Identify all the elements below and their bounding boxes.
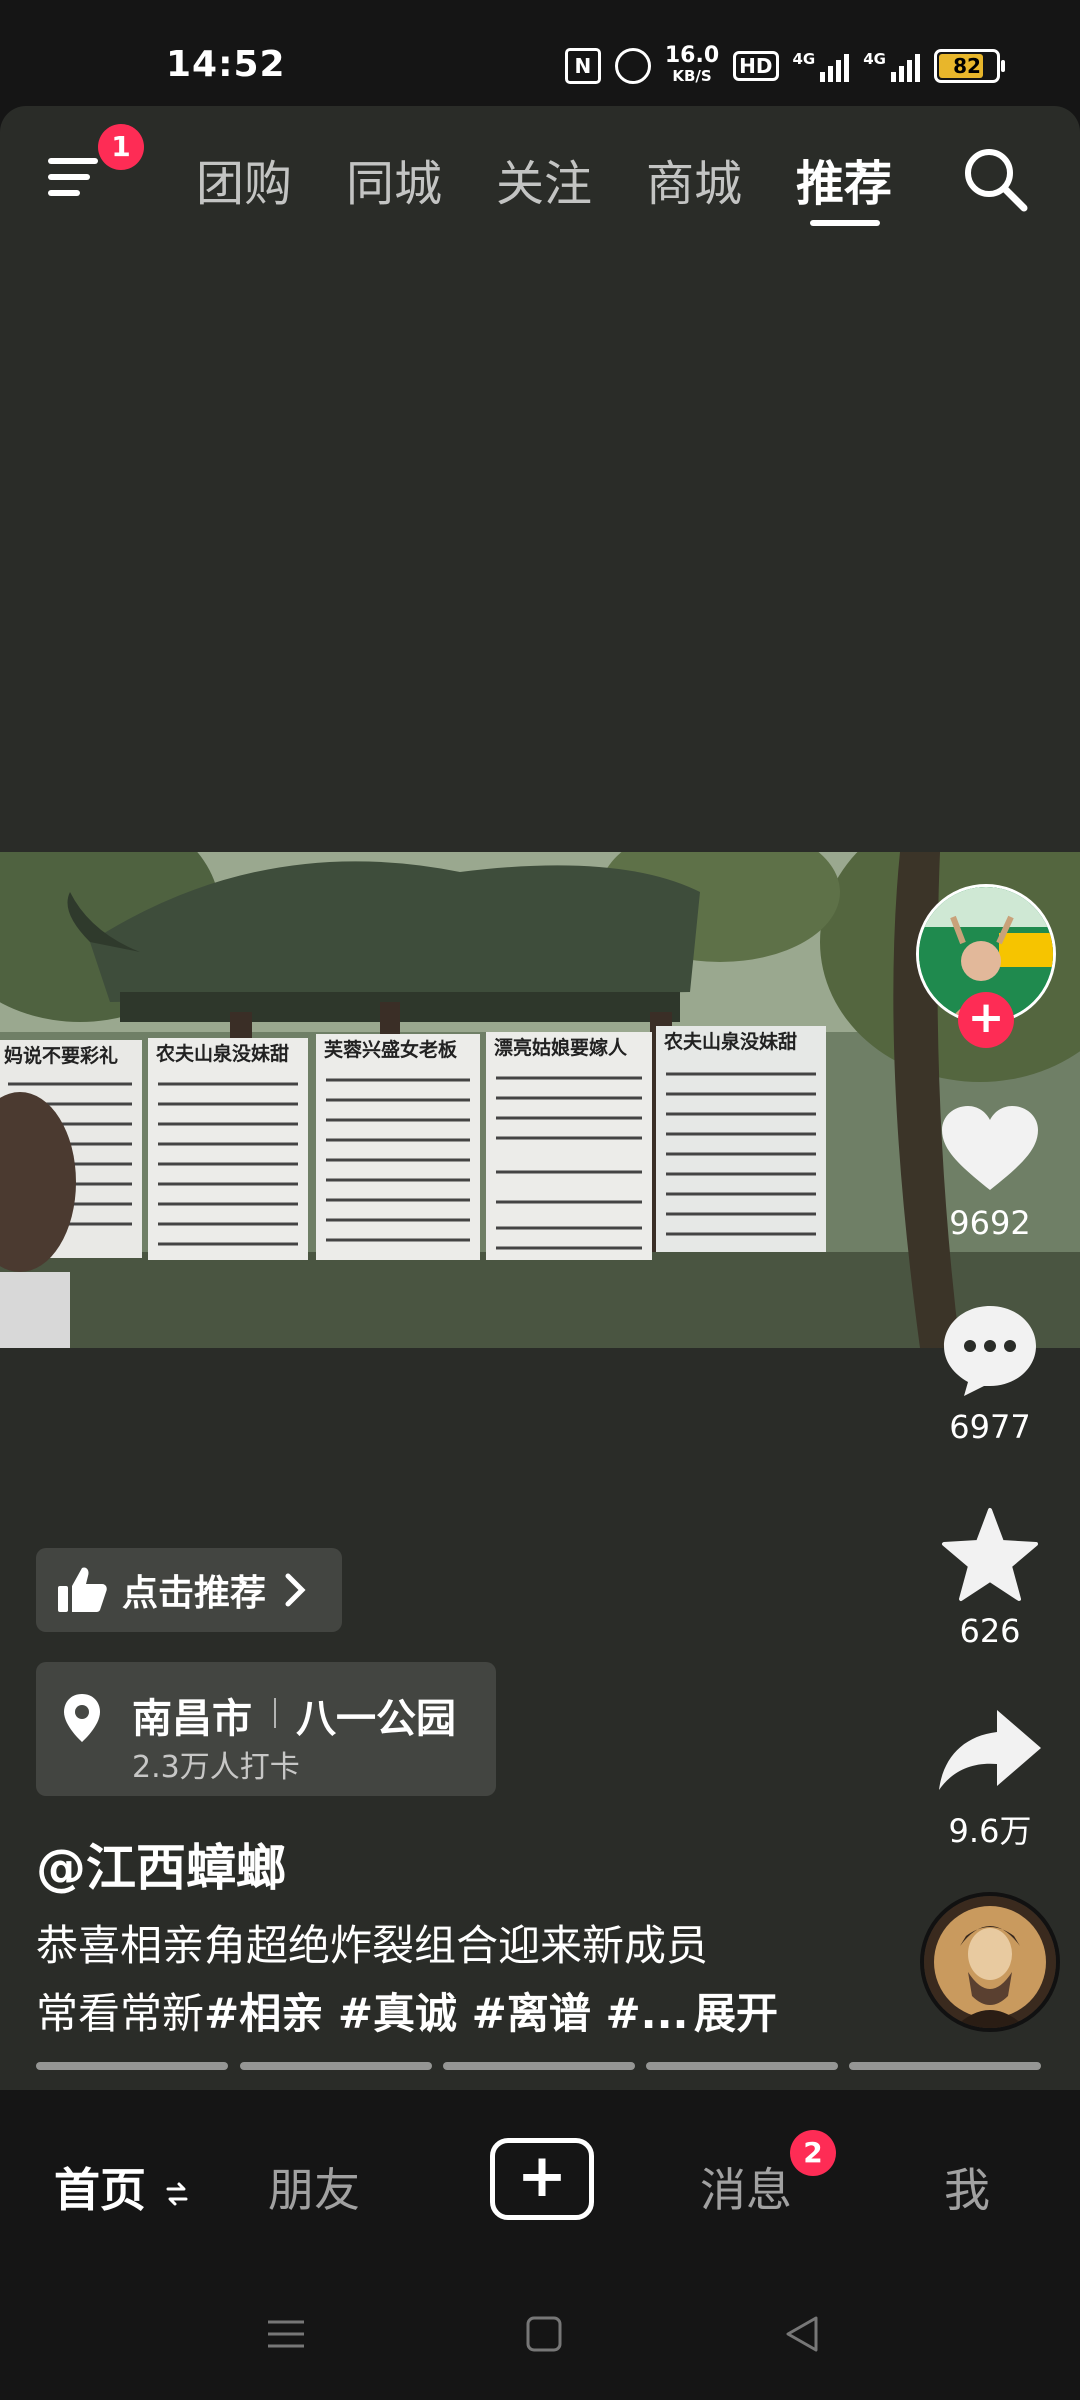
signal-icon-1: 4G: [793, 50, 850, 82]
caption-line-1: 恭喜相亲角超绝炸裂组合迎来新成员: [36, 1921, 709, 1970]
tab-following[interactable]: 关注: [496, 144, 592, 214]
bottom-tab-bar: 首页 朋友 + 消息 2 我: [0, 2090, 1080, 2270]
speed-value: 16.0: [664, 43, 720, 68]
music-cover-image: [924, 1896, 1056, 2028]
network-type-1: 4G: [792, 50, 816, 68]
caption-prefix: 常看常新: [36, 1989, 205, 2038]
battery-icon: 82: [934, 49, 1005, 83]
comment-action[interactable]: 6977: [910, 1302, 1070, 1446]
creator-avatar[interactable]: +: [916, 884, 1056, 1048]
comment-count: 6977: [949, 1408, 1031, 1446]
location-chip[interactable]: 南昌市 八一公园 2.3万人打卡: [36, 1662, 496, 1796]
share-action[interactable]: 9.6万: [910, 1706, 1070, 1852]
create-button[interactable]: +: [490, 2138, 594, 2220]
alarm-icon: [614, 48, 651, 84]
nfc-icon: N: [564, 48, 601, 84]
tab-me[interactable]: 我: [944, 2154, 990, 2220]
location-place: 八一公园: [296, 1696, 456, 1742]
location-pin-icon: [64, 1694, 100, 1742]
menu-badge: 1: [98, 124, 144, 170]
system-navigation-bar: [0, 2270, 1080, 2400]
tab-messages[interactable]: 消息: [700, 2154, 792, 2220]
progress-segment-1: [36, 2062, 228, 2070]
video-card[interactable]: 1 团购 同城 关注 商城 推荐 妈说不要彩礼 农夫山泉没妹甜 芙蓉兴盛女老板 …: [0, 106, 1080, 2090]
tab-local[interactable]: 同城: [346, 144, 442, 214]
switch-arrows-icon: [166, 2182, 188, 2205]
heart-icon[interactable]: [940, 1104, 1040, 1194]
tab-group-buy[interactable]: 团购: [196, 144, 292, 214]
favorite-count: 626: [959, 1612, 1021, 1650]
expand-button[interactable]: 展开: [694, 1980, 778, 2041]
status-bar: 14:52 N 16.0 KB/S HD 4G 4G 82: [0, 0, 1080, 104]
chevron-right-icon: [285, 1573, 306, 1607]
location-checkins: 2.3万人打卡: [132, 1750, 300, 1785]
sign-2-title: 农夫山泉没妹甜: [155, 1042, 289, 1065]
active-tab-indicator: [810, 220, 880, 226]
signal-icon-2: 4G: [863, 50, 920, 82]
recents-menu-icon[interactable]: [266, 2314, 306, 2354]
follow-button[interactable]: +: [958, 992, 1014, 1048]
tab-friends[interactable]: 朋友: [268, 2154, 360, 2220]
caption-hashtags[interactable]: #相亲 #真诚 #离谱 #...: [204, 1989, 689, 2038]
tab-home[interactable]: 首页: [54, 2154, 188, 2220]
author-name[interactable]: @江西蟑螂: [36, 1828, 286, 1900]
network-speed: 16.0 KB/S: [664, 43, 720, 86]
status-time: 14:52: [166, 44, 286, 85]
share-count: 9.6万: [948, 1812, 1032, 1850]
messages-badge: 2: [790, 2130, 836, 2176]
caption-line-2: 常看常新#相亲 #真诚 #离谱 #...: [36, 1980, 689, 2041]
home-square-icon[interactable]: [524, 2314, 564, 2354]
like-count: 9692: [949, 1204, 1031, 1242]
speed-unit: KB/S: [672, 67, 712, 85]
comment-icon[interactable]: [940, 1302, 1040, 1398]
menu-button[interactable]: [48, 150, 104, 202]
status-icons: N 16.0 KB/S HD 4G 4G 82: [564, 43, 1005, 86]
tab-recommend[interactable]: 推荐: [796, 144, 892, 214]
recommend-label: 点击推荐: [122, 1573, 267, 1614]
recommend-chip[interactable]: 点击推荐: [36, 1548, 342, 1632]
favorite-action[interactable]: 626: [910, 1506, 1070, 1650]
music-disc[interactable]: [920, 1892, 1060, 2032]
tab-mall[interactable]: 商城: [646, 144, 742, 214]
sign-1-title: 妈说不要彩礼: [4, 1044, 118, 1067]
star-icon[interactable]: [940, 1506, 1040, 1602]
location-divider: [274, 1698, 276, 1728]
progress-segment-5: [849, 2062, 1041, 2070]
tab-home-label: 首页: [54, 2163, 146, 2217]
hd-icon: HD: [733, 51, 779, 81]
network-type-2: 4G: [863, 50, 886, 68]
sign-4-title: 漂亮姑娘要嫁人: [494, 1036, 628, 1059]
back-triangle-icon[interactable]: [782, 2314, 822, 2354]
search-icon[interactable]: [960, 144, 1030, 214]
sign-3-title: 芙蓉兴盛女老板: [324, 1038, 458, 1061]
location-city: 南昌市: [132, 1696, 252, 1742]
progress-segment-3: [443, 2062, 635, 2070]
progress-segment-2: [240, 2062, 432, 2070]
sign-5-title: 农夫山泉没妹甜: [663, 1030, 797, 1053]
progress-segment-4: [646, 2062, 838, 2070]
share-arrow-icon[interactable]: [935, 1706, 1045, 1796]
thumbs-up-icon: [58, 1567, 107, 1612]
battery-level: 82: [953, 54, 981, 78]
like-action[interactable]: 9692: [910, 1104, 1070, 1242]
top-nav: 1 团购 同城 关注 商城 推荐: [0, 106, 1080, 246]
